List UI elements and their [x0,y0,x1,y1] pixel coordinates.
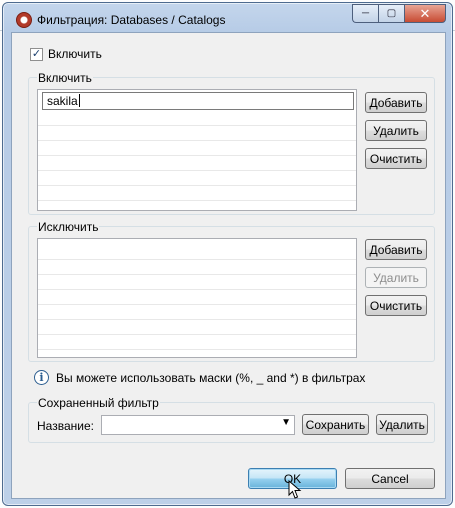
cancel-button[interactable]: Cancel [345,468,435,489]
text-caret [78,94,80,107]
include-item-text: sakila [47,94,78,108]
include-remove-button[interactable]: Удалить [365,120,427,141]
close-icon: ✕ [419,5,431,21]
list-row [38,156,356,171]
maximize-button[interactable]: ▢ [378,4,404,23]
exclude-group: Исключить Добавить Удалить Очистить [28,220,435,362]
title-bar[interactable]: Фильтрация: Databases / Catalogs ─ ▢ ✕ [3,3,452,33]
save-filter-button[interactable]: Сохранить [302,414,369,435]
list-row [38,320,356,335]
saved-filter-title: Сохраненный фильтр [37,396,160,410]
saved-filter-group: Сохраненный фильтр Название: ▼ Сохранить… [28,396,435,443]
close-button[interactable]: ✕ [404,4,446,23]
include-list-rows [38,111,356,201]
list-row [38,186,356,201]
list-row [38,260,356,275]
caption-buttons: ─ ▢ ✕ [352,4,446,23]
info-icon: i [34,370,49,385]
info-text: Вы можете использовать маски (%, _ and *… [56,370,366,385]
filter-name-label: Название: [37,419,94,433]
include-clear-button[interactable]: Очистить [365,148,427,169]
maximize-icon: ▢ [386,8,397,19]
exclude-clear-button[interactable]: Очистить [365,295,427,316]
window-title: Фильтрация: Databases / Catalogs [37,13,226,27]
exclude-add-button[interactable]: Добавить [365,239,427,260]
filter-dialog: Фильтрация: Databases / Catalogs ─ ▢ ✕ ✓… [2,2,453,506]
exclude-list[interactable] [37,238,357,358]
list-row [38,275,356,290]
enable-checkbox[interactable]: ✓ [30,47,43,61]
list-row [38,245,356,260]
list-row [38,305,356,320]
include-item-editor[interactable]: sakila [42,92,354,110]
exclude-list-rows [38,245,356,350]
app-logo-icon [16,12,32,28]
include-group-title: Включить [37,71,93,85]
enable-checkbox-label: Включить [48,47,102,61]
list-row [38,171,356,186]
filter-name-combo[interactable]: ▼ [101,415,295,435]
mouse-pointer-icon [288,480,302,499]
list-row [38,335,356,350]
dialog-client-area: ✓ Включить Включить sakila Добавить Удал… [11,32,446,499]
include-list[interactable]: sakila [37,89,357,211]
check-icon: ✓ [31,47,42,60]
list-row [38,111,356,126]
info-hint: i Вы можете использовать маски (%, _ and… [34,370,365,385]
enable-checkbox-row[interactable]: ✓ Включить [30,47,102,61]
exclude-remove-button: Удалить [365,267,427,288]
list-row [38,126,356,141]
chevron-down-icon[interactable]: ▼ [281,417,291,428]
delete-filter-button[interactable]: Удалить [376,414,428,435]
include-add-button[interactable]: Добавить [365,92,427,113]
include-group: Включить sakila Добавить Удалить Очистит… [28,71,435,215]
exclude-group-title: Исключить [37,220,100,234]
list-row [38,141,356,156]
minimize-icon: ─ [361,8,370,19]
list-row [38,290,356,305]
minimize-button[interactable]: ─ [352,4,378,23]
